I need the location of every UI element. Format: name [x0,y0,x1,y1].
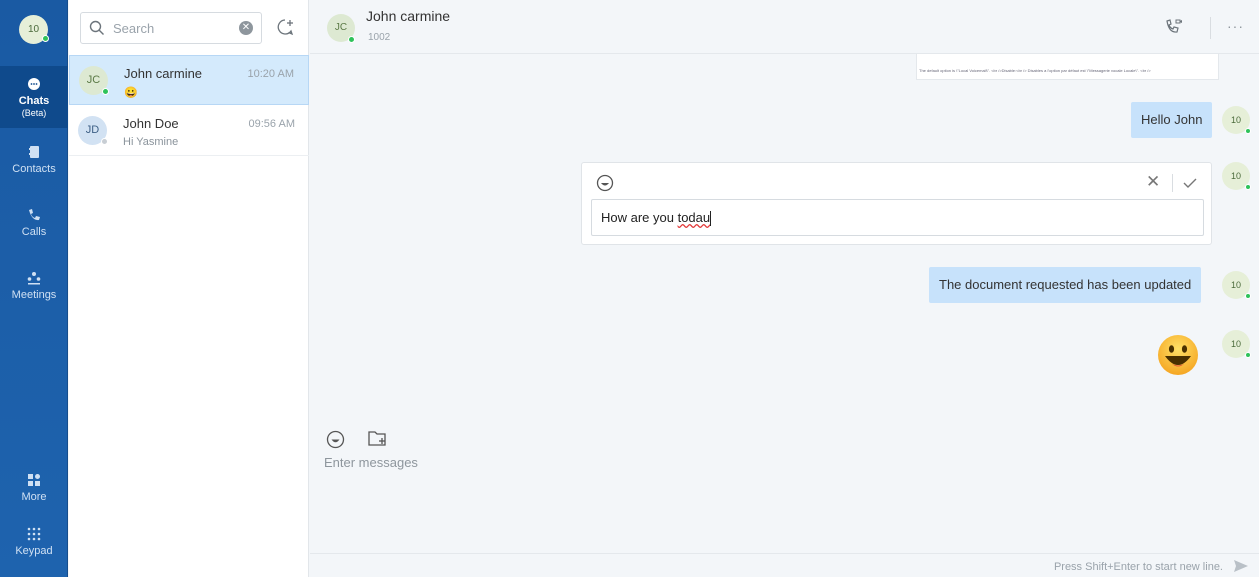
phone-icon [29,209,40,221]
document-preview-text: The default option is \"Local Voicemail\… [919,68,1151,73]
conversation-preview: 😀 [124,87,138,99]
nav-contacts[interactable]: Contacts [0,144,68,175]
nav-chats[interactable]: Chats (Beta) [0,66,68,128]
message-edit-box: ✕ How are you todau [581,162,1212,245]
conversation-time: 09:56 AM [248,118,295,130]
contact-extension: 1002 [368,32,391,43]
contact-avatar[interactable]: JC [327,14,355,43]
conversation-name: John carmine [124,66,203,81]
send-icon[interactable] [1233,559,1249,573]
smiley-emoji-icon[interactable] [1157,334,1199,376]
nav-meetings-label: Meetings [11,289,57,301]
nav-calls[interactable]: Calls [0,207,68,238]
search-placeholder: Search [113,21,155,36]
chat-bubble-icon [28,78,40,90]
nav-calls-label: Calls [21,226,47,238]
presence-dot [1245,184,1251,190]
presence-dot [1245,293,1251,299]
my-avatar[interactable]: 10 [19,15,49,44]
conversation-preview: Hi Yasmine [123,136,179,148]
my-avatar: 10 [1222,330,1251,358]
nav-more[interactable]: More [0,472,68,503]
avatar: JC [79,66,109,95]
my-avatar: 10 [1222,106,1251,134]
my-avatar: 10 [1222,271,1251,299]
text-caret [710,211,712,227]
document-preview[interactable]: The default option is \"Local Voicemail\… [916,54,1219,80]
nav-keypad[interactable]: Keypad [0,526,68,557]
cancel-edit-icon[interactable]: ✕ [1146,172,1160,192]
presence-dot [1245,352,1251,358]
edit-divider [1172,174,1173,192]
conversation-item[interactable]: JC John carmine 10:20 AM 😀 [69,55,309,105]
more-options-icon[interactable]: ··· [1227,18,1244,34]
contacts-book-icon [29,146,39,158]
clear-search-icon[interactable]: ✕ [239,21,253,35]
apps-grid-icon [28,474,40,486]
search-box[interactable]: Search ✕ [80,12,262,44]
presence-dot [102,88,109,95]
nav-chats-sub: (Beta) [21,108,47,118]
video-call-icon[interactable] [1165,18,1183,36]
conversation-time: 10:20 AM [247,68,294,80]
meetings-icon [27,272,41,285]
message-bubble[interactable]: The document requested has been updated [929,267,1202,303]
misspelled-word: todau [677,210,711,225]
nav-contacts-label: Contacts [12,163,56,175]
presence-dot [42,35,49,42]
nav-keypad-label: Keypad [15,545,53,557]
conversation-item[interactable]: JD John Doe 09:56 AM Hi Yasmine [69,106,309,156]
nav-rail: 10 Chats (Beta) Contacts Calls Meetings … [0,0,68,577]
composer-footer: Press Shift+Enter to start new line. [310,553,1259,577]
keypad-icon [27,527,41,541]
avatar: JD [78,116,108,145]
attach-file-icon[interactable] [368,430,388,448]
chat-header: JC John carmine 1002 ··· [310,0,1259,54]
chat-pane: JC John carmine 1002 ··· The default opt… [310,0,1259,577]
newline-hint: Press Shift+Enter to start new line. [1053,561,1223,573]
presence-dot [101,138,108,145]
my-avatar: 10 [1222,162,1251,190]
message-input[interactable] [324,455,1224,545]
presence-dot [1245,128,1251,134]
search-icon [89,20,104,35]
conversation-name: John Doe [123,116,179,131]
message-bubble[interactable]: Hello John [1131,102,1213,138]
nav-meetings[interactable]: Meetings [0,270,68,301]
new-chat-icon[interactable] [275,17,295,37]
header-divider [1210,17,1211,39]
emoji-icon[interactable] [326,430,345,449]
nav-chats-label: Chats [18,95,50,107]
emoji-icon[interactable] [596,174,614,192]
contact-name: John carmine [366,8,451,24]
edit-message-input[interactable]: How are you todau [591,199,1204,236]
conversation-list: Search ✕ JC John carmine 10:20 AM 😀 JD J… [69,0,309,577]
nav-more-label: More [21,491,47,503]
confirm-edit-icon[interactable] [1182,175,1198,191]
presence-dot [348,36,355,43]
